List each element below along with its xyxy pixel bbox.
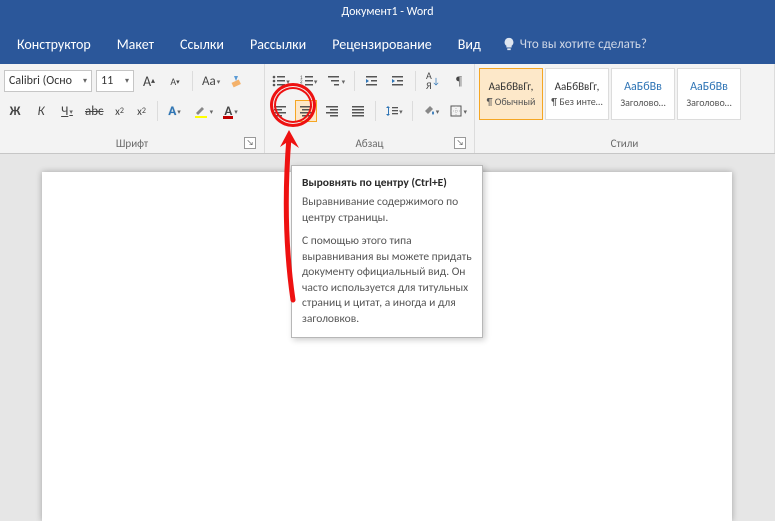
text-effects-button[interactable]: A▾ <box>164 100 186 122</box>
ribbon-tabs: Конструктор Макет Ссылки Рассылки Реценз… <box>0 24 775 64</box>
style-item[interactable]: АаБбВв Заголово… <box>611 68 675 120</box>
superscript-button[interactable]: x2 <box>133 100 151 122</box>
tab-constructor[interactable]: Конструктор <box>4 24 104 64</box>
font-group-label: Шрифт ↘ <box>4 135 260 151</box>
group-paragraph: ▾ 123▾ ▾ AЯ↓ ¶ ▾ ▾ ▾ <box>265 64 475 153</box>
font-color-button[interactable]: A▾ <box>220 100 242 122</box>
highlight-button[interactable]: ▾ <box>190 100 217 122</box>
font-name-combo[interactable]: Calibri (Осно▾ <box>4 70 92 92</box>
italic-button[interactable]: К <box>30 100 52 122</box>
show-marks-button[interactable]: ¶ <box>448 70 470 92</box>
multilevel-icon <box>327 74 340 88</box>
clear-formatting-button[interactable] <box>227 70 249 92</box>
title-bar: Документ1 - Word <box>0 0 775 24</box>
style-item[interactable]: АаБбВвГг, ¶ Обычный <box>479 68 543 120</box>
subscript-button[interactable]: x2 <box>111 100 129 122</box>
separator <box>415 71 416 91</box>
tab-layout[interactable]: Макет <box>104 24 167 64</box>
font-dialog-launcher[interactable]: ↘ <box>244 137 256 149</box>
window-title: Документ1 - Word <box>341 5 433 19</box>
bullets-button[interactable]: ▾ <box>269 70 293 92</box>
numbering-button[interactable]: 123▾ <box>297 70 321 92</box>
style-label: Заголово… <box>613 96 673 109</box>
ribbon: Calibri (Осно▾ 11▾ A▴ A▾ Aa▾ Ж К Ч▾ abc … <box>0 64 775 154</box>
justify-button[interactable] <box>347 100 369 122</box>
style-label: Заголово… <box>679 96 739 109</box>
strikethrough-button[interactable]: abc <box>82 100 107 122</box>
grow-font-button[interactable]: A▴ <box>138 70 160 92</box>
tell-me-label: Что вы хотите сделать? <box>520 37 647 52</box>
tooltip-text-2: С помощью этого типа выравнивания вы мож… <box>302 234 472 327</box>
tab-view[interactable]: Вид <box>445 24 494 64</box>
change-case-button[interactable]: Aa▾ <box>199 70 223 92</box>
style-label: ¶ Обычный <box>481 95 541 108</box>
caret-down-icon: ▾ <box>83 76 87 86</box>
style-preview: АаБбВвГг, <box>489 80 534 93</box>
decrease-indent-button[interactable] <box>361 70 383 92</box>
shading-button[interactable]: ▾ <box>419 100 443 122</box>
tooltip-text-1: Выравнивание содержимого по центру стран… <box>302 195 472 226</box>
align-center-button[interactable] <box>295 100 317 122</box>
align-left-button[interactable] <box>269 100 291 122</box>
style-preview: АаБбВвГг, <box>555 80 600 93</box>
separator <box>354 71 355 91</box>
numbering-icon: 123 <box>300 74 313 88</box>
style-preview: АаБбВв <box>624 80 662 94</box>
tab-mailings[interactable]: Рассылки <box>237 24 319 64</box>
multilevel-button[interactable]: ▾ <box>324 70 348 92</box>
tooltip-title: Выровнять по центру (Ctrl+E) <box>302 176 472 190</box>
outdent-icon <box>365 74 379 88</box>
align-center-icon <box>299 104 313 118</box>
font-size-combo[interactable]: 11▾ <box>96 70 134 92</box>
para-dialog-launcher[interactable]: ↘ <box>454 137 466 149</box>
align-right-icon <box>325 104 339 118</box>
para-group-label: Абзац ↘ <box>269 135 470 151</box>
shrink-font-button[interactable]: A▾ <box>164 70 186 92</box>
style-label: ¶ Без инте… <box>547 95 607 108</box>
bold-button[interactable]: Ж <box>4 100 26 122</box>
style-preview: АаБбВв <box>690 80 728 94</box>
lightbulb-icon <box>502 37 516 51</box>
tooltip: Выровнять по центру (Ctrl+E) Выравнивани… <box>291 165 483 338</box>
justify-icon <box>351 104 365 118</box>
align-right-button[interactable] <box>321 100 343 122</box>
line-spacing-button[interactable]: ▾ <box>382 100 406 122</box>
tab-review[interactable]: Рецензирование <box>319 24 445 64</box>
tab-links[interactable]: Ссылки <box>167 24 237 64</box>
borders-icon <box>449 104 462 118</box>
borders-button[interactable]: ▾ <box>446 100 470 122</box>
group-styles: АаБбВвГг,¶ ОбычныйАаБбВвГг,¶ Без инте…Аа… <box>475 64 775 153</box>
bullets-icon <box>272 74 285 88</box>
separator <box>375 101 376 121</box>
bucket-icon <box>422 104 435 118</box>
separator <box>412 101 413 121</box>
caret-down-icon: ▾ <box>125 76 129 86</box>
separator <box>157 101 158 121</box>
svg-text:3: 3 <box>300 83 303 88</box>
styles-group-label: Стили <box>479 135 770 151</box>
highlighter-icon <box>193 103 209 119</box>
style-item[interactable]: АаБбВвГг, ¶ Без инте… <box>545 68 609 120</box>
eraser-icon <box>230 73 246 89</box>
increase-indent-button[interactable] <box>387 70 409 92</box>
sort-button[interactable]: AЯ↓ <box>422 70 444 92</box>
align-left-icon <box>273 104 287 118</box>
group-font: Calibri (Осно▾ 11▾ A▴ A▾ Aa▾ Ж К Ч▾ abc … <box>0 64 265 153</box>
underline-button[interactable]: Ч▾ <box>56 100 78 122</box>
tell-me-search[interactable]: Что вы хотите сделать? <box>502 37 647 52</box>
style-item[interactable]: АаБбВв Заголово… <box>677 68 741 120</box>
spacing-icon <box>385 104 398 118</box>
separator <box>192 71 193 91</box>
indent-icon <box>391 74 405 88</box>
